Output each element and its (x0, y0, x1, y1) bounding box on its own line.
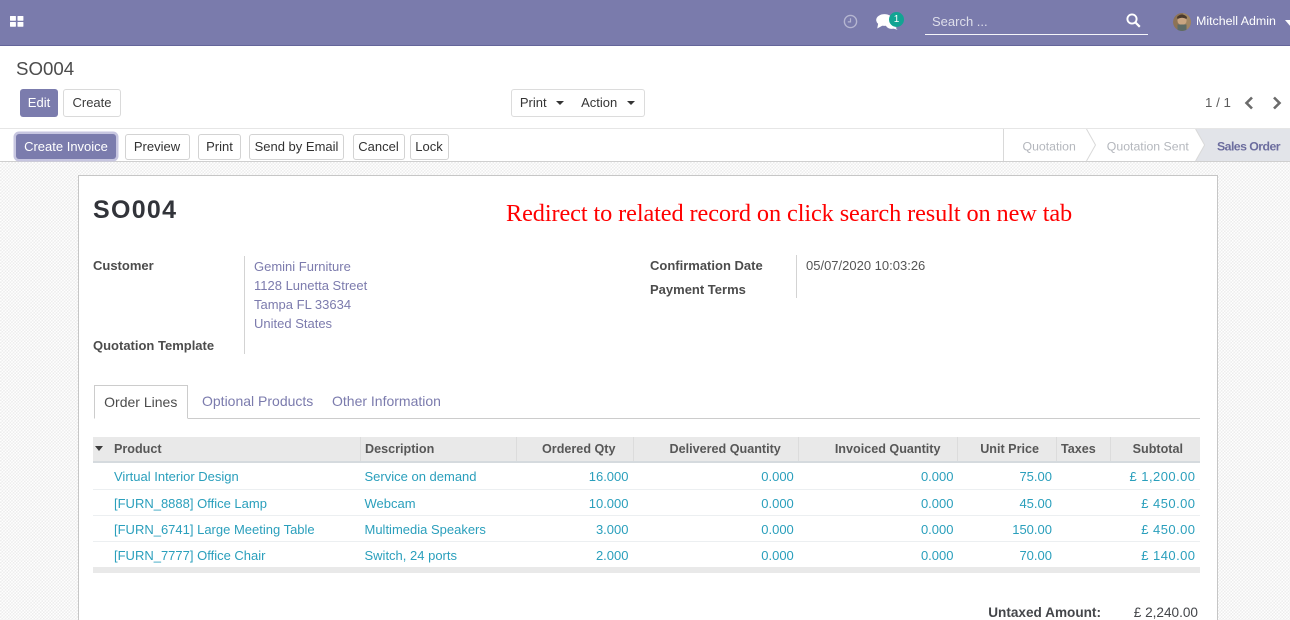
svg-text:Quotation: Quotation (1023, 140, 1076, 154)
svg-text:Sales Order: Sales Order (1217, 140, 1281, 154)
svg-text:Quotation Sent: Quotation Sent (1107, 140, 1190, 154)
